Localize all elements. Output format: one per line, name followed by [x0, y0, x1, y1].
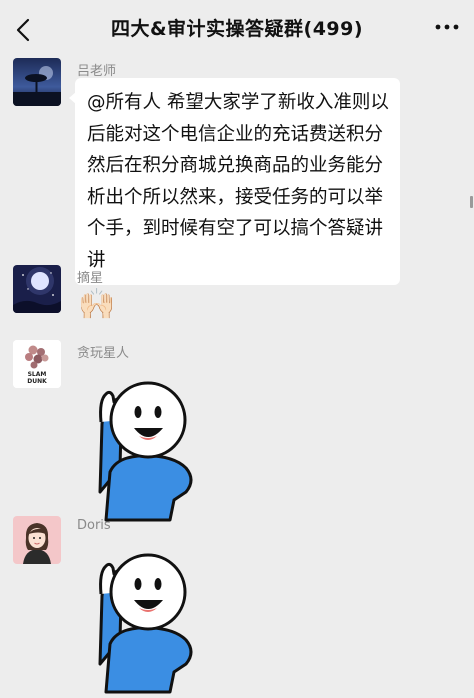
moon-night-avatar-icon	[13, 265, 61, 313]
avatar[interactable]	[13, 516, 61, 564]
more-icon[interactable]	[434, 22, 460, 32]
scrollbar[interactable]	[470, 196, 473, 208]
sticker[interactable]	[86, 544, 196, 698]
night-tree-avatar-icon	[13, 58, 61, 106]
emoji-message[interactable]: 🙌🏻	[78, 287, 115, 323]
avatar[interactable]: SLAM DUNK	[13, 340, 61, 388]
message-bubble[interactable]: @所有人 希望大家学了新收入准则以后能对这个电信企业的充话费送积分然后在积分商城…	[69, 78, 400, 285]
cartoon-girl-avatar-icon	[13, 516, 61, 564]
avatar-caption: SLAM DUNK	[27, 371, 47, 385]
sender-name: 贪玩星人	[77, 346, 130, 361]
sender-name: 吕老师	[77, 64, 117, 79]
avatar[interactable]	[13, 265, 61, 313]
sender-name: Doris	[77, 518, 111, 533]
chat-title: 四大&审计实操答疑群(499)	[110, 18, 364, 40]
avatar[interactable]	[13, 58, 61, 106]
chat-header: 四大&审计实操答疑群(499)	[0, 0, 474, 56]
waving-smiley-sticker-icon	[98, 553, 193, 694]
waving-smiley-sticker-icon	[98, 381, 193, 522]
sticker[interactable]	[86, 372, 196, 526]
sender-name: 摘星	[77, 271, 104, 286]
